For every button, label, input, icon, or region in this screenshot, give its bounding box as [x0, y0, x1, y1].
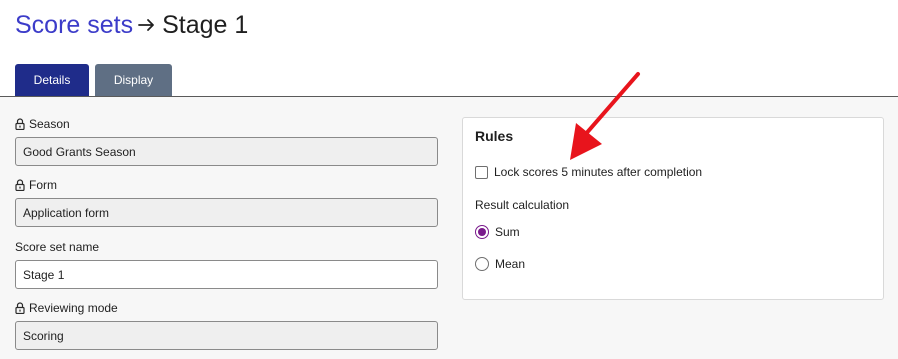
radio-option-mean[interactable]: Mean [475, 257, 525, 271]
lock-icon [15, 118, 25, 130]
breadcrumb: Score sets Stage 1 [15, 8, 248, 42]
tab-details[interactable]: Details [15, 64, 89, 96]
form-label: Form [15, 178, 57, 192]
reviewing-mode-label-text: Reviewing mode [29, 301, 118, 315]
mean-label: Mean [495, 257, 526, 271]
sum-label: Sum [495, 225, 520, 239]
red-arrow-icon [570, 72, 640, 160]
sum-radio[interactable] [475, 225, 489, 239]
tab-bar: Details Display [15, 64, 172, 96]
rules-panel: Rules Lock scores 5 minutes after comple… [462, 117, 884, 300]
breadcrumb-link-score-sets[interactable]: Score sets [15, 8, 133, 42]
tab-display[interactable]: Display [95, 64, 172, 96]
score-set-name-input[interactable]: Stage 1 [15, 260, 438, 289]
score-set-page: Score sets Stage 1 Details Display Seaso… [0, 0, 898, 359]
season-field: Good Grants Season [15, 137, 438, 166]
form-label-text: Form [29, 178, 57, 192]
lock-icon [15, 302, 25, 314]
rules-title: Rules [475, 128, 514, 144]
mean-radio[interactable] [475, 257, 489, 271]
reviewing-mode-field: Scoring [15, 321, 438, 350]
radio-selected-dot [478, 228, 486, 236]
lock-icon [15, 179, 25, 191]
score-set-name-label-text: Score set name [15, 240, 100, 254]
radio-option-sum[interactable]: Sum [475, 225, 520, 239]
arrow-right-icon [138, 17, 156, 33]
reviewing-mode-label: Reviewing mode [15, 301, 118, 315]
form-field: Application form [15, 198, 438, 227]
season-label: Season [15, 117, 70, 131]
score-set-name-label: Score set name [15, 240, 99, 254]
result-calculation-label: Result calculation [475, 198, 570, 212]
page-title: Stage 1 [162, 11, 249, 39]
lock-scores-checkbox[interactable] [475, 165, 488, 179]
season-label-text: Season [29, 117, 70, 131]
